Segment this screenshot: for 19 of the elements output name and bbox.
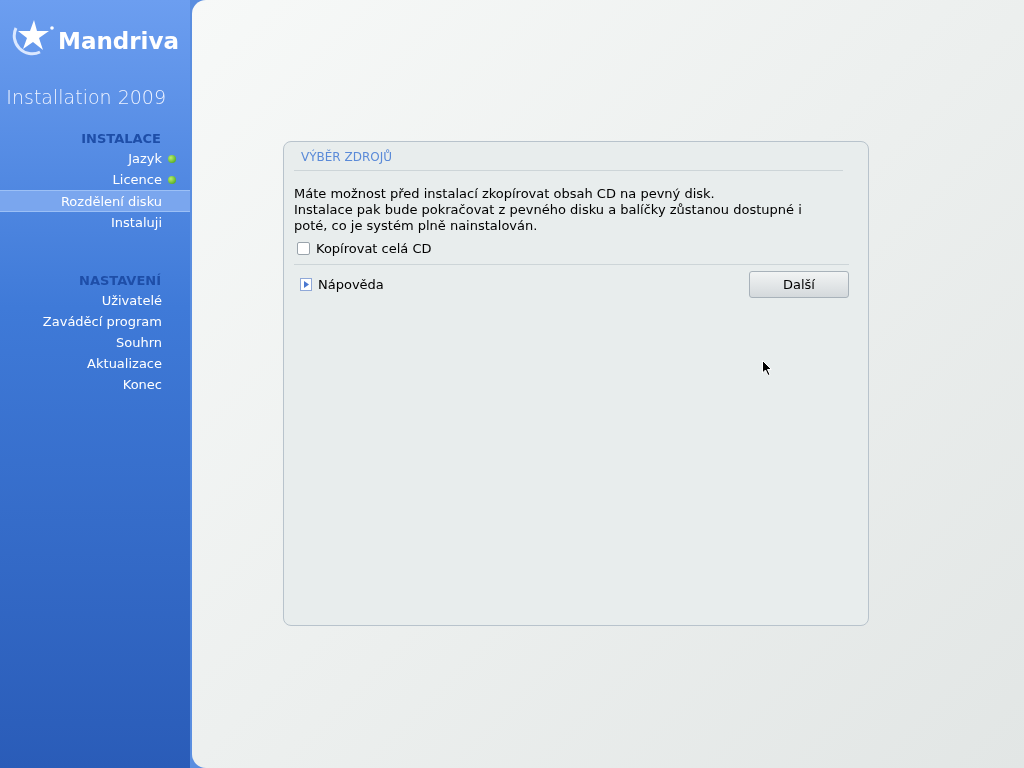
dialog-title: VÝBĚR ZDROJŮ bbox=[294, 150, 843, 171]
step-item[interactable]: Jazyk bbox=[0, 148, 190, 169]
star-logo-icon bbox=[10, 18, 56, 56]
help-expander[interactable]: Nápověda bbox=[300, 277, 384, 292]
description-text: Máte možnost před instalací zkopírovat obsah CD na pevný disk. Instalace pak bude pokračovat z pevného disku a balíčky zůstanou dostupné i poté, co je systém plně nainstalován. bbox=[294, 186, 803, 234]
step-item[interactable]: Instaluji bbox=[0, 212, 190, 233]
step-item[interactable]: Konec bbox=[0, 374, 190, 395]
step-item[interactable]: Souhrn bbox=[0, 332, 190, 353]
section-heading: INSTALACE bbox=[80, 131, 162, 146]
next-button[interactable]: Další bbox=[749, 271, 849, 298]
step-item[interactable]: Uživatelé bbox=[0, 290, 190, 311]
step-item[interactable]: Aktualizace bbox=[0, 353, 190, 374]
installation-title: Installation 2009 bbox=[5, 86, 167, 108]
mouse-pointer-icon bbox=[762, 360, 772, 376]
step-item[interactable]: Zaváděcí program bbox=[0, 311, 190, 332]
logo-text: Mandriva bbox=[58, 28, 179, 54]
step-item[interactable]: Licence bbox=[0, 169, 190, 190]
copy-cd-checkbox[interactable]: Kopírovat celá CD bbox=[297, 241, 849, 256]
step-item[interactable]: Rozdělení disku bbox=[0, 190, 190, 212]
